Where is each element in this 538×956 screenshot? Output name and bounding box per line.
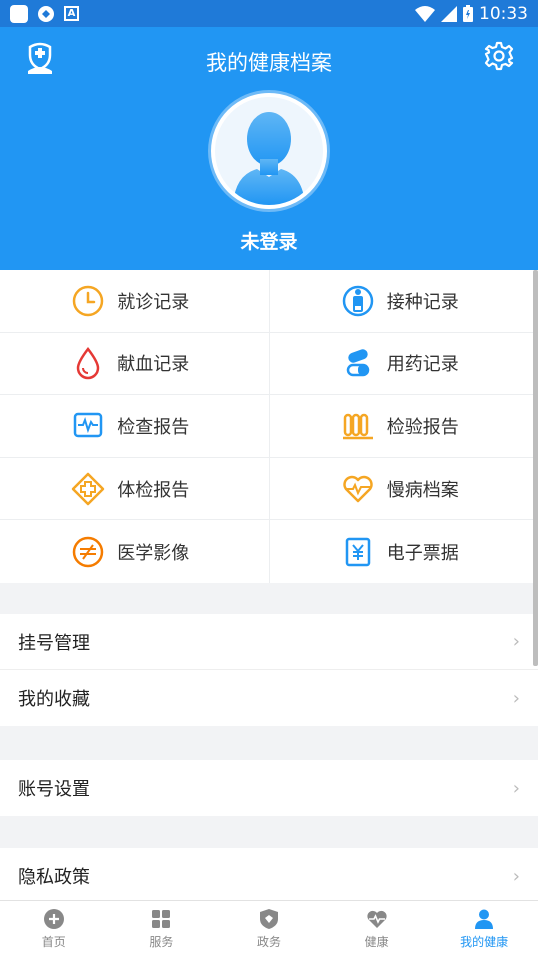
menu-item-favorites[interactable]: 我的收藏 › (0, 670, 538, 726)
tab-services[interactable]: 服务 (108, 901, 216, 956)
chevron-right-icon: › (512, 631, 520, 652)
chevron-right-icon: › (512, 687, 520, 709)
record-exam[interactable]: 检查报告 (0, 395, 270, 457)
grid-icon (152, 909, 171, 928)
menu-label: 隐私政策 (18, 867, 90, 888)
shield-icon (259, 908, 278, 929)
menu-group-registration: 挂号管理 › 我的收藏 › (0, 614, 538, 726)
login-status[interactable]: 未登录 (0, 227, 538, 254)
menu-item-account-settings[interactable]: 账号设置 › (0, 760, 538, 816)
menu-label: 账号设置 (18, 779, 90, 800)
tab-health[interactable]: 健康 (323, 901, 431, 956)
menu-label: 我的收藏 (18, 689, 90, 710)
status-bar: A 10:33 (0, 0, 538, 27)
record-label: 献血记录 (117, 354, 190, 376)
scrollbar[interactable] (533, 270, 538, 666)
heart-pulse-icon (343, 475, 373, 502)
record-vaccine[interactable]: 接种记录 (270, 270, 538, 332)
gear-icon[interactable] (484, 41, 514, 71)
tab-government[interactable]: 政务 (215, 901, 323, 956)
pill-icon (346, 349, 369, 377)
record-chronic[interactable]: 慢病档案 (270, 458, 538, 520)
bottom-tab-bar: 首页 服务 政务 健康 我的健康 (0, 900, 538, 956)
wifi-icon (415, 5, 435, 22)
record-imaging[interactable]: 医学影像 (0, 520, 270, 583)
profile-header: 我的健康档案 未登录 (0, 27, 538, 270)
notification-icon (10, 4, 28, 23)
records-grid: 就诊记录 接种记录 献血记录 用药记录 检查报告 检验报告 体检报告 慢病档案 … (0, 270, 538, 583)
grid-row: 体检报告 慢病档案 (0, 457, 538, 521)
clock-time: 10:33 (479, 3, 528, 24)
chevron-right-icon: › (512, 777, 520, 799)
menu-item-privacy-policy[interactable]: 隐私政策 › (0, 848, 538, 904)
record-checkup[interactable]: 体检报告 (0, 457, 270, 520)
grid-row: 就诊记录 接种记录 (0, 270, 538, 333)
chevron-right-icon: › (512, 865, 520, 887)
heart-icon (366, 910, 387, 928)
tab-label: 首页 (41, 934, 66, 949)
tab-my-health[interactable]: 我的健康 (430, 901, 538, 956)
record-label: 检验报告 (386, 416, 459, 438)
record-lab-test[interactable]: 检验报告 (270, 395, 538, 457)
page-title: 我的健康档案 (206, 51, 332, 75)
record-label: 接种记录 (386, 291, 459, 313)
record-label: 用药记录 (386, 354, 459, 376)
tab-label: 我的健康 (460, 934, 509, 949)
monitor-icon (74, 412, 103, 438)
cross-diamond-icon (72, 472, 105, 505)
record-label: 体检报告 (117, 479, 190, 501)
tab-label: 健康 (364, 934, 389, 949)
record-blood[interactable]: 献血记录 (0, 332, 270, 395)
test-tubes-icon (342, 413, 373, 440)
vaccine-icon (342, 285, 373, 317)
receipt-icon (345, 537, 370, 566)
imaging-icon (73, 536, 104, 567)
record-label: 电子票据 (386, 542, 459, 564)
tab-label: 政务 (256, 934, 281, 949)
home-plus-icon (43, 908, 64, 929)
menu-group-privacy: 隐私政策 › (0, 848, 538, 904)
avatar[interactable] (211, 93, 327, 209)
menu-label: 挂号管理 (18, 632, 90, 654)
tab-home[interactable]: 首页 (0, 901, 108, 956)
record-label: 检查报告 (117, 416, 190, 438)
record-label: 医学影像 (117, 542, 190, 564)
signal-icon (441, 5, 457, 22)
app-icon (38, 5, 54, 22)
battery-icon (463, 5, 473, 22)
a-icon: A (64, 6, 79, 21)
record-medication[interactable]: 用药记录 (270, 333, 538, 395)
grid-row: 医学影像 电子票据 (0, 520, 538, 583)
person-icon (475, 909, 494, 929)
default-avatar-icon (233, 112, 305, 205)
record-label: 就诊记录 (117, 291, 190, 313)
blood-drop-icon (76, 347, 100, 380)
clock-icon (73, 285, 104, 317)
record-visit[interactable]: 就诊记录 (0, 270, 270, 332)
menu-item-registration[interactable]: 挂号管理 › (0, 614, 538, 670)
record-label: 慢病档案 (386, 479, 459, 501)
record-receipt[interactable]: 电子票据 (270, 520, 538, 583)
grid-row: 献血记录 用药记录 (0, 332, 538, 396)
grid-row: 检查报告 检验报告 (0, 395, 538, 458)
tab-label: 服务 (149, 934, 174, 949)
menu-group-account: 账号设置 › (0, 760, 538, 816)
